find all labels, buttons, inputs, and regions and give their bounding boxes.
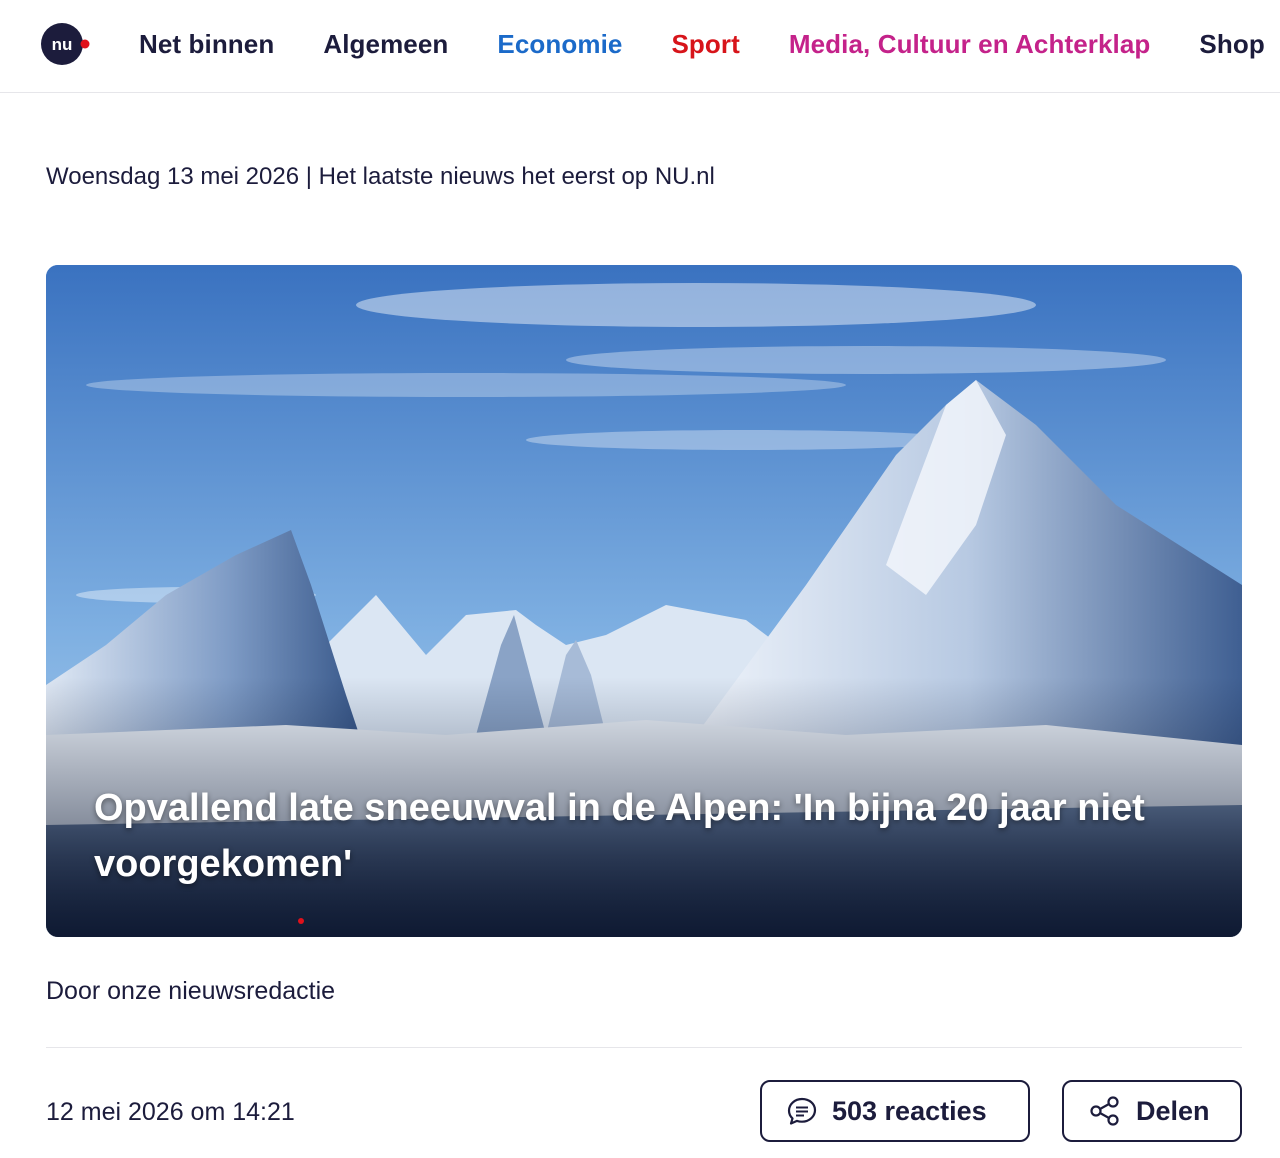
carousel-indicator-dot xyxy=(298,918,304,924)
nav-item-sport[interactable]: Sport xyxy=(671,29,739,60)
share-icon xyxy=(1090,1096,1119,1126)
nu-logo-icon[interactable]: nu xyxy=(40,21,90,67)
nav-item-economie[interactable]: Economie xyxy=(497,29,622,60)
comments-button-label: 503 reacties xyxy=(832,1095,987,1126)
divider xyxy=(46,1047,1242,1048)
nav-item-algemeen[interactable]: Algemeen xyxy=(323,29,448,60)
nav-item-shop[interactable]: Shop xyxy=(1199,29,1264,60)
comments-button[interactable]: 503 reacties xyxy=(760,1080,1030,1142)
article-byline: Door onze nieuwsredactie xyxy=(46,977,336,1005)
top-navigation: nu Net binnen Algemeen Economie Sport Me… xyxy=(0,0,1280,93)
nav-item-media-cultuur-en-achterklap[interactable]: Media, Cultuur en Achterklap xyxy=(789,29,1151,60)
hero-article-card[interactable]: Opvallend late sneeuwval in de Alpen: 'I… xyxy=(46,265,1242,937)
main-nav: Net binnen Algemeen Economie Sport Media… xyxy=(139,0,1280,88)
svg-text:nu: nu xyxy=(52,35,73,54)
share-button-label: Delen xyxy=(1136,1095,1210,1126)
article-headline[interactable]: Opvallend late sneeuwval in de Alpen: 'I… xyxy=(94,780,1174,892)
share-button[interactable]: Delen xyxy=(1062,1080,1242,1142)
date-tagline: Woensdag 13 mei 2026 | Het laatste nieuw… xyxy=(46,163,715,190)
speech-bubble-icon xyxy=(787,1097,817,1125)
nav-item-net-binnen[interactable]: Net binnen xyxy=(139,29,274,60)
publish-timestamp: 12 mei 2026 om 14:21 xyxy=(46,1098,295,1126)
